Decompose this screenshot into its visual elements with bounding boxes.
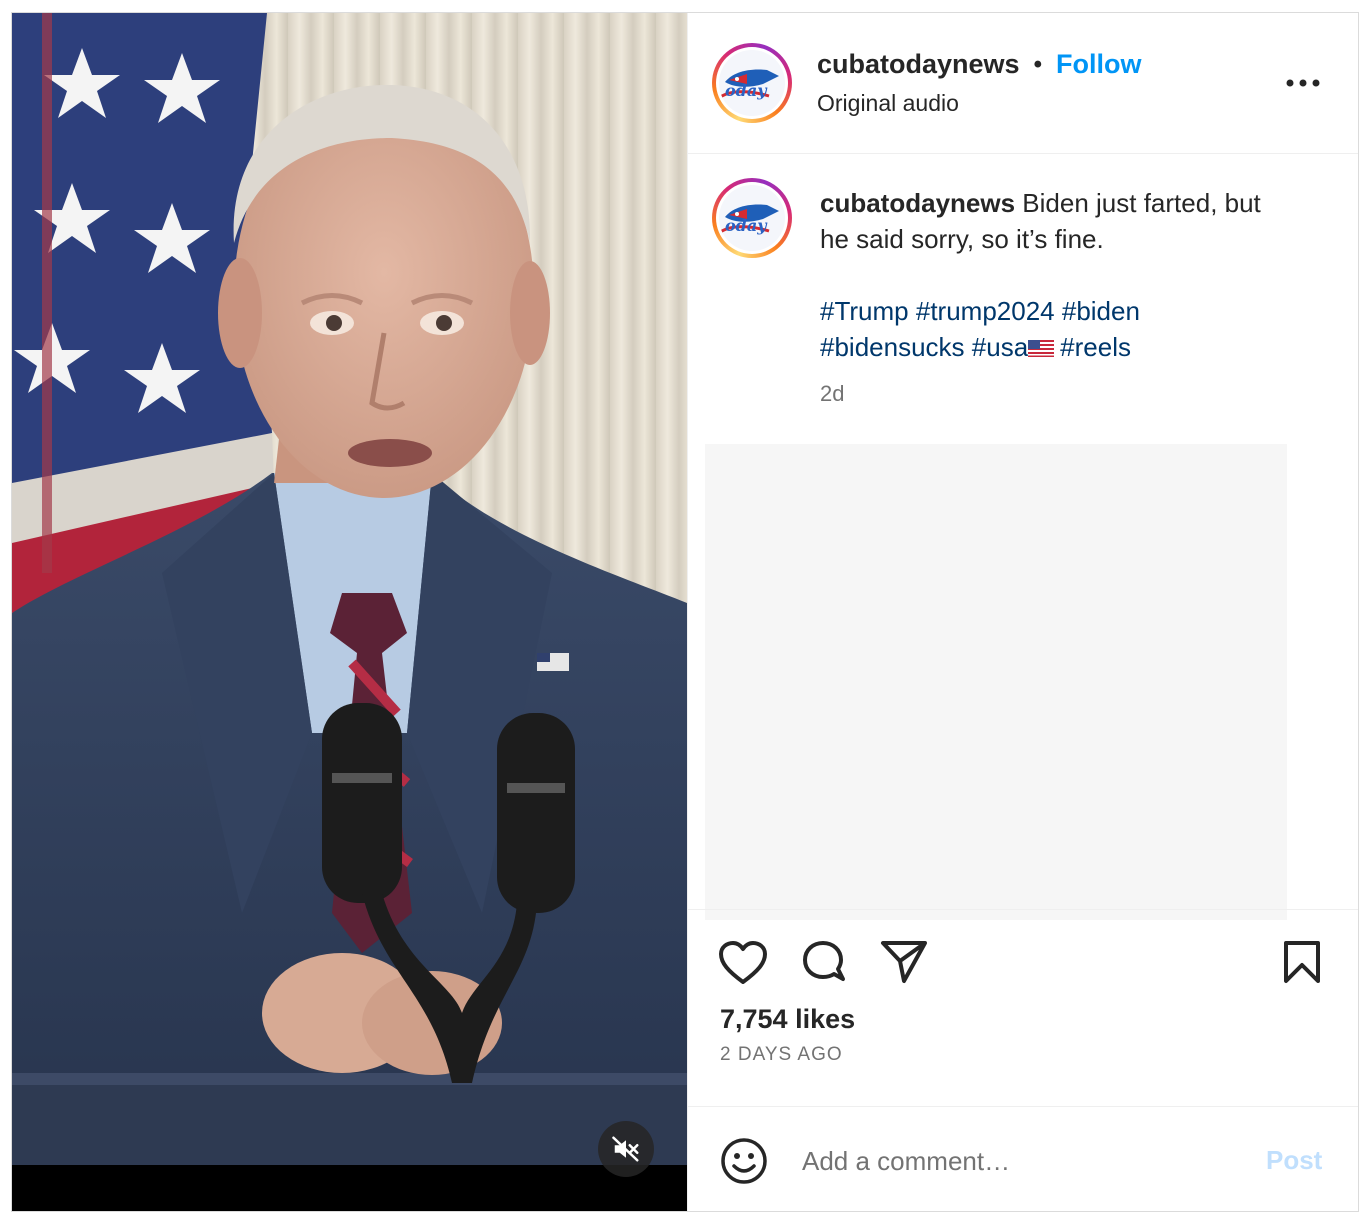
hashtag-link[interactable]: #usa	[972, 332, 1028, 362]
post-header: oday cubatodaynews • Follow Original aud…	[688, 13, 1358, 154]
comment-icon	[803, 941, 845, 981]
comment-input[interactable]	[800, 1137, 1244, 1185]
hashtag-link[interactable]: #trump2024	[916, 296, 1055, 326]
audio-link[interactable]: Original audio	[817, 90, 959, 117]
post-sidebar: oday cubatodaynews • Follow Original aud…	[687, 13, 1358, 1211]
share-icon	[881, 941, 927, 983]
more-options-button[interactable]	[1281, 68, 1325, 98]
smiley-icon	[721, 1138, 767, 1184]
bookmark-icon	[1284, 941, 1320, 983]
post-comment-button[interactable]: Post	[1266, 1145, 1322, 1176]
hashtag-list: #Trump #trump2024 #biden #bidensucks #us…	[820, 293, 1290, 365]
caption-username-link[interactable]: cubatodaynews	[820, 188, 1015, 218]
svg-text:oday: oday	[725, 216, 768, 235]
post-date[interactable]: 2 DAYS AGO	[720, 1044, 843, 1066]
more-horizontal-icon	[1286, 79, 1320, 87]
us-flag-icon	[1028, 340, 1055, 357]
caption-avatar[interactable]: oday	[712, 178, 792, 258]
post-dialog: oday cubatodaynews • Follow Original aud…	[11, 12, 1359, 1212]
comment-form: Post	[688, 1106, 1358, 1211]
hashtag-link[interactable]: #biden	[1062, 296, 1140, 326]
comments-placeholder	[705, 444, 1287, 920]
separator-dot: •	[1033, 50, 1042, 78]
heart-icon	[719, 941, 767, 984]
hashtag-link[interactable]: #reels	[1060, 332, 1131, 362]
video-frame[interactable]	[12, 13, 687, 1165]
mute-toggle-button[interactable]	[598, 1121, 654, 1177]
emoji-button[interactable]	[720, 1137, 768, 1190]
likes-count[interactable]: 7,754 likes	[720, 1004, 855, 1035]
share-button[interactable]	[880, 939, 928, 990]
svg-text:oday: oday	[725, 81, 768, 100]
hashtag-link[interactable]: #bidensucks	[820, 332, 965, 362]
cubatoday-logo: oday	[719, 50, 785, 116]
save-button[interactable]	[1282, 939, 1322, 990]
like-button[interactable]	[718, 940, 768, 991]
hashtag-link[interactable]: #Trump	[820, 296, 909, 326]
follow-button[interactable]: Follow	[1056, 49, 1141, 80]
username-link[interactable]: cubatodaynews	[817, 49, 1020, 80]
caption-text: cubatodaynews Biden just farted, but he …	[820, 185, 1290, 257]
caption-timestamp[interactable]: 2d	[820, 381, 844, 407]
speaker-muted-icon	[612, 1136, 639, 1162]
video-player[interactable]	[12, 13, 687, 1211]
action-bar: 7,754 likes 2 DAYS AGO	[688, 909, 1358, 1107]
avatar[interactable]: oday	[712, 43, 792, 123]
comment-button[interactable]	[800, 939, 848, 992]
cubatoday-logo: oday	[719, 185, 785, 251]
